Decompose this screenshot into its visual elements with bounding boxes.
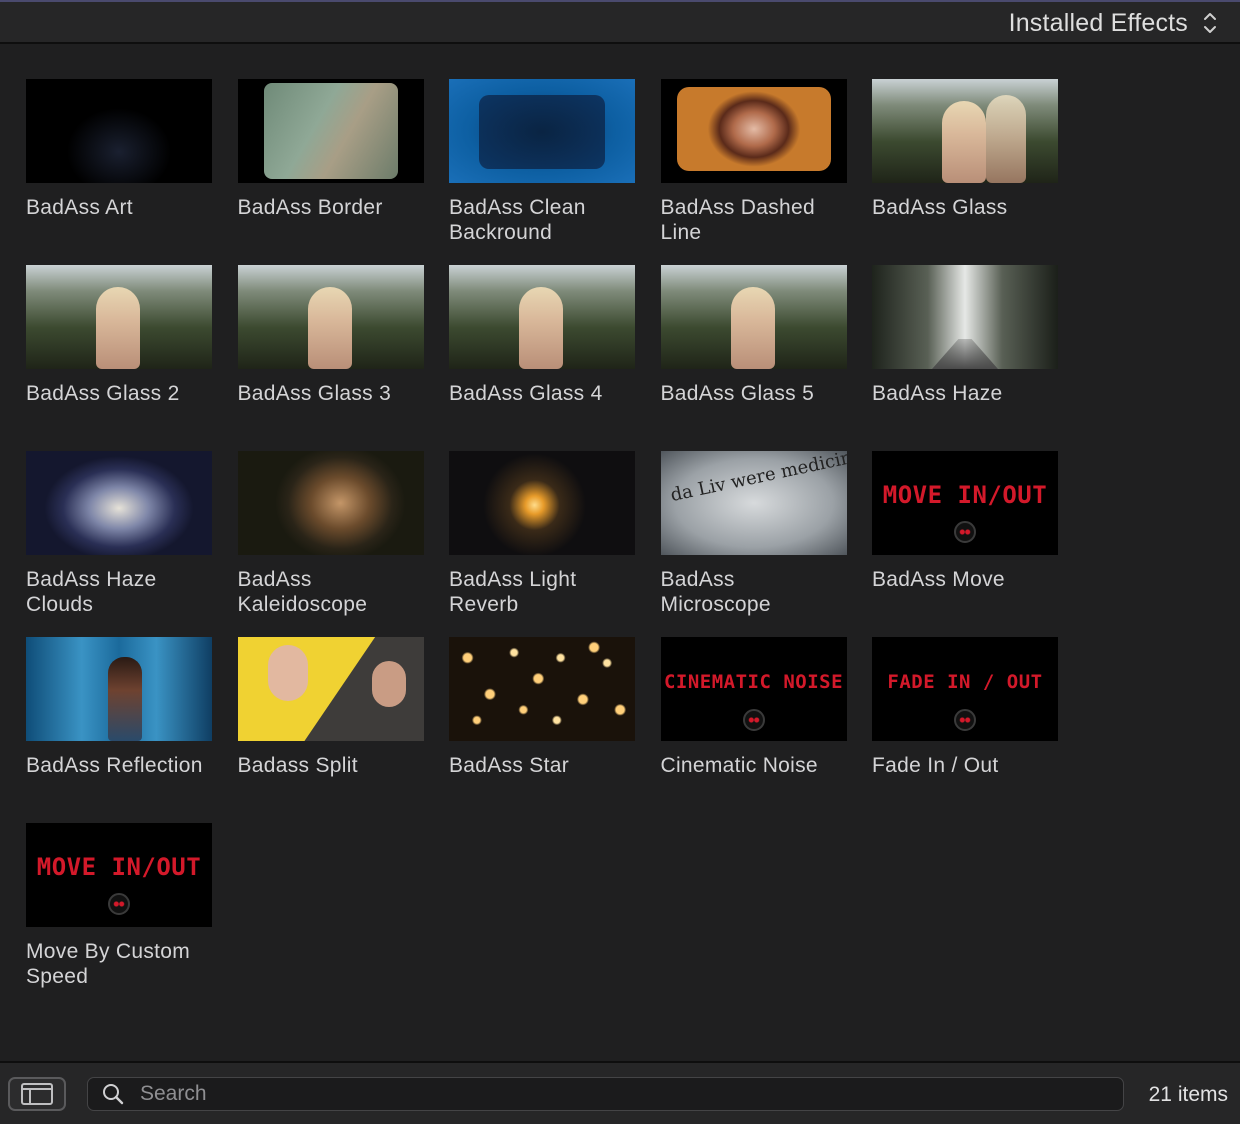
effect-label: BadAss Move bbox=[872, 568, 1005, 591]
effect-thumbnail: da Liv were medicine gàr. love (luv) vou… bbox=[660, 451, 847, 555]
effect-label: BadAss Dashed Line bbox=[660, 196, 815, 244]
effect-label: BadAss Kaleidoscope bbox=[237, 568, 368, 616]
thumbnail-title-text: FADE IN / OUT bbox=[887, 671, 1043, 693]
effect-thumbnail bbox=[237, 637, 424, 741]
effect-tile[interactable]: BadAss Glass 5 bbox=[660, 265, 847, 451]
effect-label: BadAss Clean Backround bbox=[449, 196, 586, 244]
effect-thumbnail: CINEMATIC NOISE bbox=[660, 637, 847, 741]
effect-thumbnail bbox=[872, 79, 1058, 183]
effect-tile[interactable]: BadAss Star bbox=[449, 637, 635, 823]
effect-thumbnail: FADE IN / OUT bbox=[872, 637, 1058, 741]
effect-thumbnail: MOVE IN/OUT bbox=[872, 451, 1058, 555]
devil-logo-icon bbox=[742, 709, 765, 731]
effect-tile[interactable]: MOVE IN/OUT BadAss Move bbox=[872, 451, 1058, 637]
effect-thumbnail bbox=[237, 79, 424, 183]
effect-tile[interactable]: BadAss Haze Clouds bbox=[26, 451, 212, 637]
effect-label: BadAss Glass 4 bbox=[449, 382, 603, 405]
sidebar-toggle-icon bbox=[21, 1083, 53, 1105]
effect-thumbnail bbox=[449, 79, 635, 183]
effect-thumbnail bbox=[660, 79, 847, 183]
footer-bar: 21 items bbox=[0, 1061, 1240, 1124]
effect-label: BadAss Border bbox=[237, 196, 383, 219]
effects-category-popup[interactable]: Installed Effects bbox=[1009, 6, 1218, 40]
effect-tile[interactable]: BadAss Haze bbox=[872, 265, 1058, 451]
effect-label: Cinematic Noise bbox=[660, 754, 818, 777]
effect-label: BadAss Glass bbox=[872, 196, 1008, 219]
devil-logo-icon bbox=[108, 893, 130, 915]
chevron-up-down-icon bbox=[1204, 13, 1216, 33]
effect-tile[interactable]: BadAss Glass 4 bbox=[449, 265, 635, 451]
effect-label: BadAss Light Reverb bbox=[449, 568, 577, 616]
devil-logo-icon bbox=[954, 709, 976, 731]
effect-label: Move By Custom Speed bbox=[26, 940, 191, 988]
search-input[interactable] bbox=[138, 1078, 1123, 1110]
search-field[interactable] bbox=[87, 1077, 1124, 1111]
effect-thumbnail: MOVE IN/OUT bbox=[26, 823, 212, 927]
effect-thumbnail bbox=[26, 79, 212, 183]
category-title: Installed Effects bbox=[1008, 8, 1188, 37]
effect-tile[interactable]: FADE IN / OUT Fade In / Out bbox=[872, 637, 1058, 823]
effect-thumbnail bbox=[449, 637, 635, 741]
effect-label: BadAss Haze bbox=[872, 382, 1003, 405]
effect-tile[interactable]: MOVE IN/OUT Move By Custom Speed bbox=[26, 823, 212, 1009]
effect-tile[interactable]: BadAss Kaleidoscope bbox=[237, 451, 424, 637]
effects-browser: Installed Effects BadAss Art BadAss Borde… bbox=[0, 0, 1240, 1124]
effect-label: Fade In / Out bbox=[872, 754, 999, 777]
effect-tile[interactable]: BadAss Reflection bbox=[26, 637, 212, 823]
effect-label: BadAss Glass 3 bbox=[237, 382, 392, 405]
effect-thumbnail bbox=[872, 265, 1058, 369]
effect-thumbnail bbox=[449, 451, 635, 555]
effect-tile[interactable]: da Liv were medicine gàr. love (luv) vou… bbox=[660, 451, 847, 637]
effect-tile[interactable]: BadAss Dashed Line bbox=[660, 79, 847, 265]
effect-tile[interactable]: BadAss Light Reverb bbox=[449, 451, 635, 637]
effect-label: BadAss Star bbox=[449, 754, 570, 777]
effect-thumbnail bbox=[237, 265, 424, 369]
effect-label: BadAss Microscope bbox=[660, 568, 771, 616]
sidebar-toggle-button[interactable] bbox=[8, 1077, 66, 1111]
microscope-thumb-text: da Liv were medicine gàr. love (luv) vou… bbox=[668, 451, 846, 506]
effect-label: BadAss Reflection bbox=[26, 754, 203, 777]
effect-tile[interactable]: BadAss Glass 2 bbox=[26, 265, 212, 451]
devil-logo-icon bbox=[954, 521, 976, 543]
thumbnail-title-text: MOVE IN/OUT bbox=[882, 481, 1048, 509]
effect-tile[interactable]: BadAss Glass 3 bbox=[237, 265, 424, 451]
header-bar: Installed Effects bbox=[0, 2, 1240, 44]
effect-label: BadAss Art bbox=[26, 196, 133, 219]
effect-label: BadAss Glass 2 bbox=[26, 382, 180, 405]
effect-tile[interactable]: BadAss Border bbox=[237, 79, 424, 265]
effect-tile[interactable]: BadAss Glass bbox=[872, 79, 1058, 265]
effect-label: BadAss Haze Clouds bbox=[26, 568, 157, 616]
effect-label: BadAss Glass 5 bbox=[660, 382, 815, 405]
effect-thumbnail bbox=[26, 451, 212, 555]
effect-thumbnail bbox=[26, 265, 212, 369]
effect-tile[interactable]: Badass Split bbox=[237, 637, 424, 823]
effect-thumbnail bbox=[26, 637, 212, 741]
thumbnail-title-text: MOVE IN/OUT bbox=[36, 853, 202, 881]
effect-tile[interactable]: BadAss Clean Backround bbox=[449, 79, 635, 265]
effects-grid: BadAss Art BadAss Border BadAss Clean Back… bbox=[26, 79, 1086, 1009]
effect-thumbnail bbox=[449, 265, 635, 369]
effect-tile[interactable]: BadAss Art bbox=[26, 79, 212, 265]
item-count: 21 items bbox=[1148, 1083, 1228, 1106]
search-icon bbox=[103, 1084, 124, 1105]
effect-thumbnail bbox=[660, 265, 847, 369]
effect-thumbnail bbox=[237, 451, 424, 555]
thumbnail-title-text: CINEMATIC NOISE bbox=[663, 671, 844, 693]
effect-label: Badass Split bbox=[237, 754, 358, 777]
effect-tile[interactable]: CINEMATIC NOISE Cinematic Noise bbox=[660, 637, 847, 823]
